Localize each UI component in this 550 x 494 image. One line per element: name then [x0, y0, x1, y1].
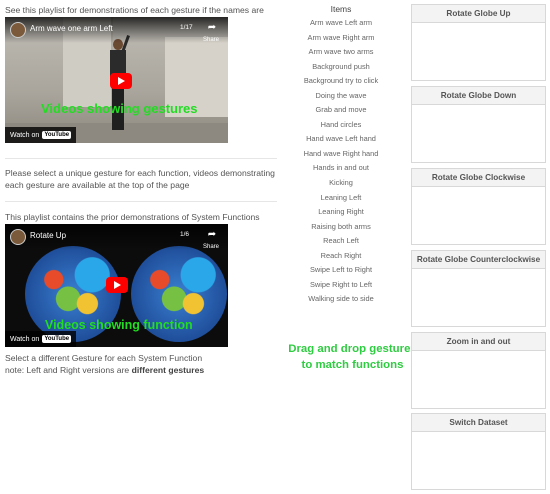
instructions-text: Please select a unique gesture for each … [5, 168, 275, 191]
gesture-item[interactable]: Hand wave Left hand [295, 132, 387, 147]
share-label[interactable]: Share [203, 37, 219, 43]
watch-on-youtube-link[interactable]: Watch on YouTube [5, 127, 77, 143]
gesture-item[interactable]: Swipe Left to Right [295, 263, 387, 278]
items-heading: Items [330, 4, 352, 14]
gesture-item[interactable]: Hands in and out [295, 161, 387, 176]
gesture-item[interactable]: Arm wave Right arm [295, 31, 387, 46]
play-button[interactable] [110, 73, 132, 89]
function-drop-box-title: Rotate Globe Up [412, 5, 545, 23]
drag-drop-hint: Drag and drop gestures to match function… [288, 343, 417, 371]
gesture-item[interactable]: Grab and move [295, 103, 387, 118]
note-emphasis: different gestures [131, 365, 205, 376]
divider [5, 158, 277, 159]
video-overlay-text: Videos showing function [45, 318, 193, 332]
function-drop-box[interactable]: Zoom in and out [411, 332, 546, 409]
playlist-counter: 1/17 [180, 24, 193, 31]
gesture-item[interactable]: Reach Right [295, 249, 387, 264]
gesture-items-list: Arm wave Left arm Arm wave Right arm Arm w… [295, 16, 387, 307]
function-drop-box-title: Rotate Globe Down [412, 87, 545, 105]
watch-on-label: Watch on [10, 335, 40, 343]
drop-zone[interactable] [412, 106, 545, 162]
gesture-item[interactable]: Arm wave two arms [295, 45, 387, 60]
function-drop-box[interactable]: Rotate Globe Clockwise [411, 168, 546, 245]
function-drop-box-title: Zoom in and out [412, 333, 545, 351]
note-line-2: note: Left and Right versions are differ… [5, 365, 205, 376]
function-drop-box[interactable]: Rotate Globe Up [411, 4, 546, 81]
drop-zone[interactable] [412, 188, 545, 244]
share-icon[interactable]: ➦ [206, 230, 218, 240]
function-drop-box-title: Rotate Globe Clockwise [412, 169, 545, 187]
function-drop-box-title: Rotate Globe Counterclockwise [412, 251, 545, 269]
video-overlay-text: Videos showing gestures [41, 101, 198, 116]
gesture-item[interactable]: Hand wave Right hand [295, 147, 387, 162]
functions-video-player[interactable]: Rotate Up 1/6 ➦ Share Videos showing fun… [5, 224, 228, 347]
share-icon[interactable]: ➦ [206, 23, 218, 33]
function-drop-box[interactable]: Rotate Globe Counterclockwise [411, 250, 546, 327]
watch-on-label: Watch on [10, 131, 40, 139]
system-functions-text: This playlist contains the prior demonst… [5, 212, 260, 222]
function-drop-box[interactable]: Switch Dataset [411, 413, 546, 490]
gesture-item[interactable]: Swipe Right to Left [295, 278, 387, 293]
drop-zone[interactable] [412, 24, 545, 80]
gesture-item[interactable]: Raising both arms [295, 220, 387, 235]
gesture-item[interactable]: Reach Left [295, 234, 387, 249]
youtube-logo-icon: YouTube [42, 131, 72, 139]
channel-avatar[interactable] [10, 229, 26, 245]
divider [5, 201, 277, 202]
gesture-item[interactable]: Background try to click [295, 74, 387, 89]
share-label[interactable]: Share [203, 244, 219, 250]
note-line-1: Select a different Gesture for each Syst… [5, 353, 203, 363]
playlist-counter: 1/6 [180, 231, 190, 238]
gesture-item[interactable]: Kicking [295, 176, 387, 191]
gesture-item[interactable]: Doing the wave [295, 89, 387, 104]
function-drop-box-title: Switch Dataset [412, 414, 545, 432]
gesture-item[interactable]: Background push [295, 60, 387, 75]
gesture-note: Select a different Gesture for each Syst… [5, 352, 280, 377]
drop-zone[interactable] [412, 433, 545, 489]
watch-on-youtube-link[interactable]: Watch on YouTube [5, 331, 77, 347]
youtube-logo-icon: YouTube [42, 335, 72, 343]
gesture-item[interactable]: Arm wave Left arm [295, 16, 387, 31]
drop-zone[interactable] [412, 352, 545, 408]
gesture-item[interactable]: Walking side to side [295, 292, 387, 307]
channel-avatar[interactable] [10, 22, 26, 38]
function-drop-box[interactable]: Rotate Globe Down [411, 86, 546, 163]
play-button[interactable] [106, 277, 128, 293]
gesture-item[interactable]: Hand circles [295, 118, 387, 133]
gestures-video-player[interactable]: Arm wave one arm Left 1/17 ➦ Share Video… [5, 17, 228, 143]
gesture-item[interactable]: Leaning Right [295, 205, 387, 220]
gesture-item[interactable]: Leaning Left [295, 191, 387, 206]
drop-zone[interactable] [412, 270, 545, 326]
video-title[interactable]: Rotate Up [30, 231, 66, 240]
video-title[interactable]: Arm wave one arm Left [30, 24, 113, 33]
